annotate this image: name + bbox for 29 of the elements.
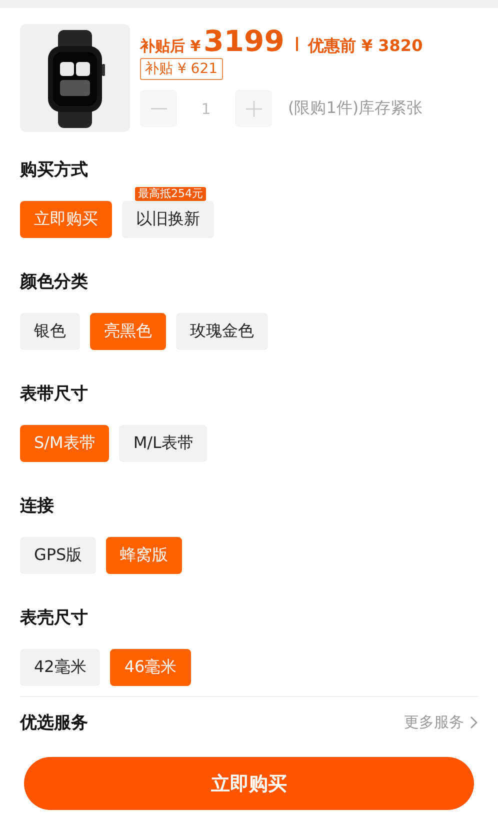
section-title: 表壳尺寸 xyxy=(20,607,89,629)
option-button[interactable]: 玫瑰金色 xyxy=(176,313,268,350)
minus-icon xyxy=(150,108,166,110)
quantity-value: 1 xyxy=(200,100,212,118)
option-button[interactable]: M/L表带 xyxy=(119,425,208,462)
more-services-link[interactable]: 更多服务 xyxy=(404,713,478,732)
original-price: 优惠前 ¥ 3820 xyxy=(308,36,423,57)
subsidy-tag: 补贴 ¥ 621 xyxy=(140,58,223,80)
option-button[interactable]: S/M表带 xyxy=(20,425,110,462)
section-title: 颜色分类 xyxy=(20,271,89,293)
option-button[interactable]: 蜂窝版 xyxy=(106,537,182,574)
option-button[interactable]: 以旧换新 xyxy=(122,201,214,238)
price-label: 补贴后 ¥ xyxy=(140,37,201,56)
option-button[interactable]: GPS版 xyxy=(20,537,96,574)
buy-now-button[interactable]: 立即购买 xyxy=(24,757,474,810)
price-value: 3199 xyxy=(204,24,284,58)
chevron-right-icon xyxy=(470,716,478,729)
option-button[interactable]: 亮黑色 xyxy=(90,313,166,350)
section-title: 表带尺寸 xyxy=(20,383,89,405)
plus-icon xyxy=(246,100,262,116)
option-button[interactable]: 立即购买 xyxy=(20,201,112,238)
promo-badge: 最高抵254元 xyxy=(135,187,206,201)
option-button[interactable]: 46毫米 xyxy=(110,649,191,686)
section-title: 购买方式 xyxy=(20,159,89,181)
stock-note: (限购1件)库存紧张 xyxy=(288,98,423,119)
option-button[interactable]: 42毫米 xyxy=(20,649,100,686)
option-button[interactable]: 银色 xyxy=(20,313,80,350)
section-title: 优选服务 xyxy=(20,712,88,734)
section-title: 连接 xyxy=(20,495,55,517)
